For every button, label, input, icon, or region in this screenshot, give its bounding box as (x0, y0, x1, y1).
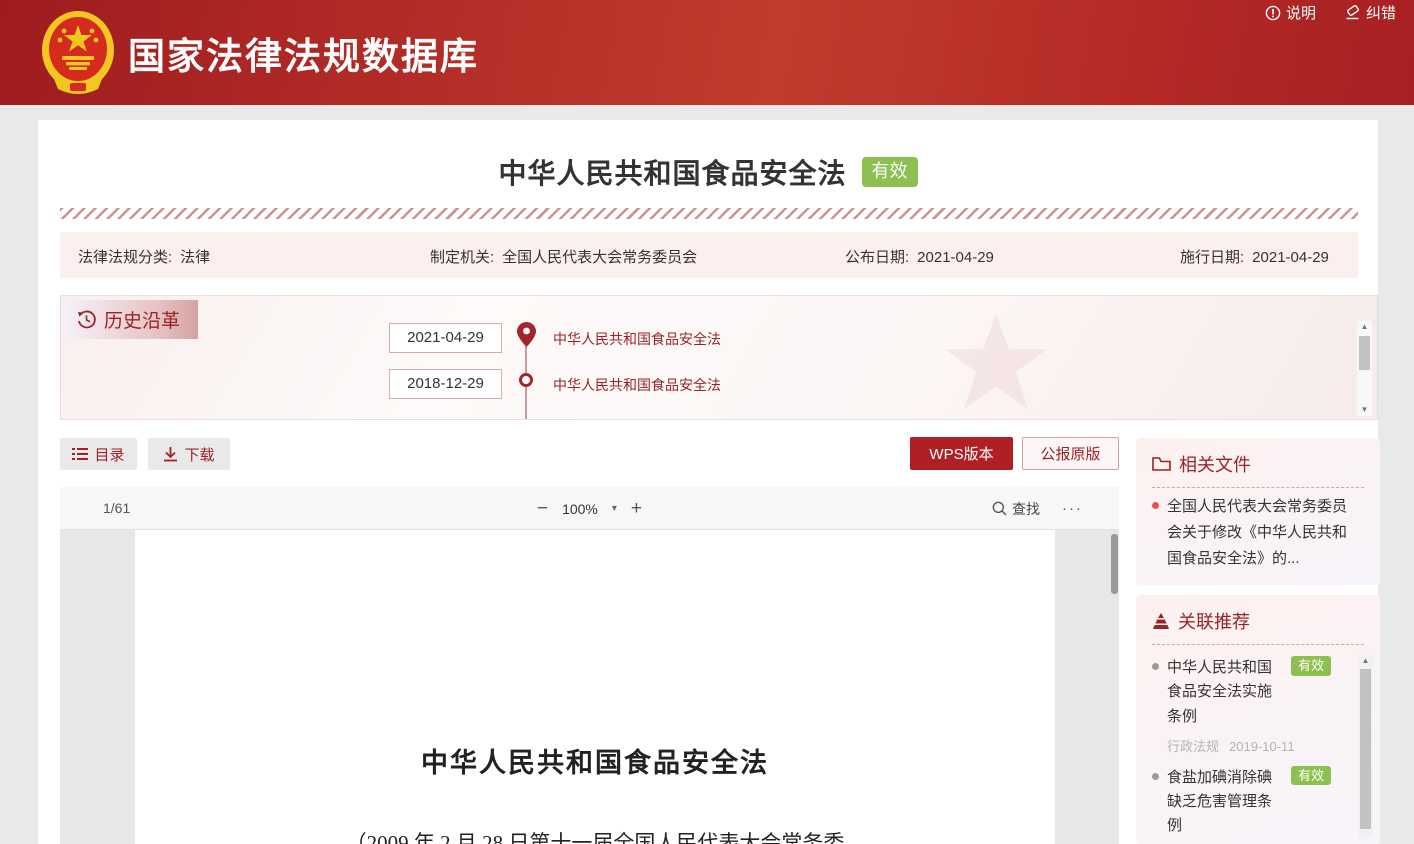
hatch-divider (60, 208, 1358, 219)
history-panel: 历史沿革 2021-04-29 中华人民共和国食品安全法 2018-12-29 … (60, 295, 1378, 420)
header-links: 说明 纠错 (1265, 2, 1396, 23)
folder-icon (1152, 456, 1171, 472)
watermark-star (911, 308, 1081, 420)
eraser-icon (1344, 5, 1361, 21)
related-file-item[interactable]: 全国人民代表大会常务委员会关于修改《中华人民共和国食品安全法》的... (1152, 494, 1364, 571)
meta-issuing-body: 制定机关: 全国人民代表大会常务委员会 (430, 246, 697, 267)
pyramid-icon (1152, 613, 1170, 630)
meta-effective-date-value: 2021-04-29 (1252, 249, 1329, 266)
recommendations-scrollbar[interactable]: ▲ (1358, 655, 1373, 837)
doc-title-row: 中华人民共和国食品安全法 有效 (38, 152, 1378, 192)
zoom-in-button[interactable]: + (631, 499, 642, 518)
error-report-label: 纠错 (1366, 2, 1396, 23)
meta-issuing-body-value: 全国人民代表大会常务委员会 (502, 249, 697, 266)
timeline-entry-2018[interactable]: 中华人民共和国食品安全法 (553, 375, 721, 395)
download-icon (163, 447, 178, 462)
recommendation-title: 食盐加碘消除碘缺乏危害管理条例 (1167, 766, 1285, 839)
search-icon (992, 501, 1007, 516)
timeline-date-2018[interactable]: 2018-12-29 (389, 369, 502, 399)
help-link[interactable]: 说明 (1265, 2, 1316, 23)
recommendations-header: 关联推荐 (1152, 608, 1364, 634)
scroll-down-icon[interactable]: ▼ (1361, 404, 1369, 416)
scroll-up-icon[interactable]: ▲ (1362, 655, 1370, 667)
recommendation-item[interactable]: 中华人民共和国食品安全法实施条例 行政法规2019-10-11 有效 (1152, 656, 1364, 755)
meta-category-value: 法律 (180, 249, 210, 266)
dashed-divider (1152, 644, 1364, 645)
app-header: 国家法律法规数据库 说明 纠错 (0, 0, 1414, 105)
pdf-page: 中华人民共和国食品安全法 （2009 年 2 月 28 日第十一届全国人民代表大… (135, 530, 1055, 844)
meta-publish-date-label: 公布日期: (845, 249, 909, 266)
recommendation-meta: 行政法规2019-10-11 (1167, 736, 1285, 755)
related-files-title: 相关文件 (1179, 451, 1251, 477)
meta-bar: 法律法规分类: 法律 制定机关: 全国人民代表大会常务委员会 公布日期: 2021-0… (60, 232, 1358, 278)
timeline-entry-2021[interactable]: 中华人民共和国食品安全法 (553, 329, 721, 349)
history-title-tab: 历史沿革 (63, 300, 198, 339)
find-button[interactable]: 查找 (992, 499, 1040, 519)
error-report-link[interactable]: 纠错 (1344, 2, 1396, 23)
recommendations-card: 关联推荐 中华人民共和国食品安全法实施条例 行政法规2019-10-11 有效 … (1136, 595, 1380, 844)
pdf-viewer: 1/61 − 100% ▾ + 查找 ··· 中华人民共和国食 (60, 487, 1119, 844)
pdf-scroll-thumb[interactable] (1111, 534, 1118, 594)
history-clock-icon (77, 310, 96, 329)
history-title: 历史沿革 (104, 306, 180, 333)
timeline-pin-icon (517, 322, 536, 347)
recommendations-scroll-thumb[interactable] (1360, 669, 1371, 829)
meta-issuing-body-label: 制定机关: (430, 249, 494, 266)
recommendation-date: 2019-10-11 (1229, 739, 1295, 754)
catalog-button-label: 目录 (94, 444, 124, 465)
zoom-caret-icon[interactable]: ▾ (612, 503, 617, 514)
info-icon (1265, 5, 1281, 21)
meta-effective-date-label: 施行日期: (1180, 249, 1244, 266)
gazette-original-label: 公报原版 (1040, 443, 1100, 464)
pdf-document-first-line: （2009 年 2 月 28 日第十一届全国人民代表大会常务委 (135, 827, 1055, 844)
dashed-divider (1152, 487, 1364, 488)
document-title: 中华人民共和国食品安全法 (498, 152, 846, 192)
wps-version-label: WPS版本 (929, 443, 993, 464)
gazette-original-button[interactable]: 公报原版 (1022, 437, 1119, 470)
download-button[interactable]: 下载 (148, 438, 230, 470)
pdf-body: 中华人民共和国食品安全法 （2009 年 2 月 28 日第十一届全国人民代表大… (60, 530, 1119, 844)
red-bullet-icon (1152, 502, 1159, 509)
find-button-label: 查找 (1012, 499, 1040, 519)
timeline-circle-icon (519, 373, 533, 387)
scroll-up-icon[interactable]: ▲ (1361, 321, 1369, 333)
meta-category: 法律法规分类: 法律 (78, 246, 210, 267)
recommendations-title: 关联推荐 (1178, 608, 1250, 634)
recommendation-category: 行政法规 (1167, 739, 1219, 754)
more-options-button[interactable]: ··· (1062, 500, 1083, 517)
status-badge: 有效 (1291, 656, 1331, 676)
meta-publish-date: 公布日期: 2021-04-29 (845, 246, 994, 267)
meta-effective-date: 施行日期: 2021-04-29 (1180, 246, 1329, 267)
app-title: 国家法律法规数据库 (128, 26, 479, 80)
pdf-toolbar: 1/61 − 100% ▾ + 查找 ··· (60, 487, 1119, 530)
related-file-text: 全国人民代表大会常务委员会关于修改《中华人民共和国食品安全法》的... (1167, 494, 1347, 571)
help-link-label: 说明 (1286, 2, 1316, 23)
recommendation-item[interactable]: 食盐加碘消除碘缺乏危害管理条例 行政法规2017-03-01 有效 (1152, 766, 1364, 844)
content-card: 中华人民共和国食品安全法 有效 法律法规分类: 法律 制定机关: 全国人民代表大会常… (38, 120, 1378, 844)
gray-bullet-icon (1152, 663, 1159, 670)
gray-bullet-icon (1152, 773, 1159, 780)
history-scroll-thumb[interactable] (1359, 336, 1370, 370)
catalog-button[interactable]: 目录 (60, 438, 137, 470)
timeline-date-2021[interactable]: 2021-04-29 (389, 323, 502, 353)
zoom-level[interactable]: 100% (562, 501, 598, 517)
find-group: 查找 ··· (992, 487, 1083, 530)
status-badge: 有效 (862, 157, 918, 187)
list-icon (72, 447, 88, 461)
zoom-controls: − 100% ▾ + (537, 487, 642, 530)
related-files-header: 相关文件 (1152, 451, 1364, 477)
page-indicator: 1/61 (103, 500, 130, 516)
national-emblem-logo (40, 9, 116, 97)
history-scrollbar[interactable]: ▲ ▼ (1357, 321, 1372, 416)
zoom-out-button[interactable]: − (537, 499, 548, 518)
wps-version-button[interactable]: WPS版本 (910, 437, 1013, 470)
meta-category-label: 法律法规分类: (78, 249, 172, 266)
pdf-document-title: 中华人民共和国食品安全法 (135, 741, 1055, 780)
related-files-card: 相关文件 全国人民代表大会常务委员会关于修改《中华人民共和国食品安全法》的... (1136, 438, 1380, 585)
status-badge: 有效 (1291, 766, 1331, 786)
meta-publish-date-value: 2021-04-29 (917, 249, 994, 266)
recommendation-title: 中华人民共和国食品安全法实施条例 (1167, 656, 1285, 729)
download-button-label: 下载 (184, 444, 214, 465)
